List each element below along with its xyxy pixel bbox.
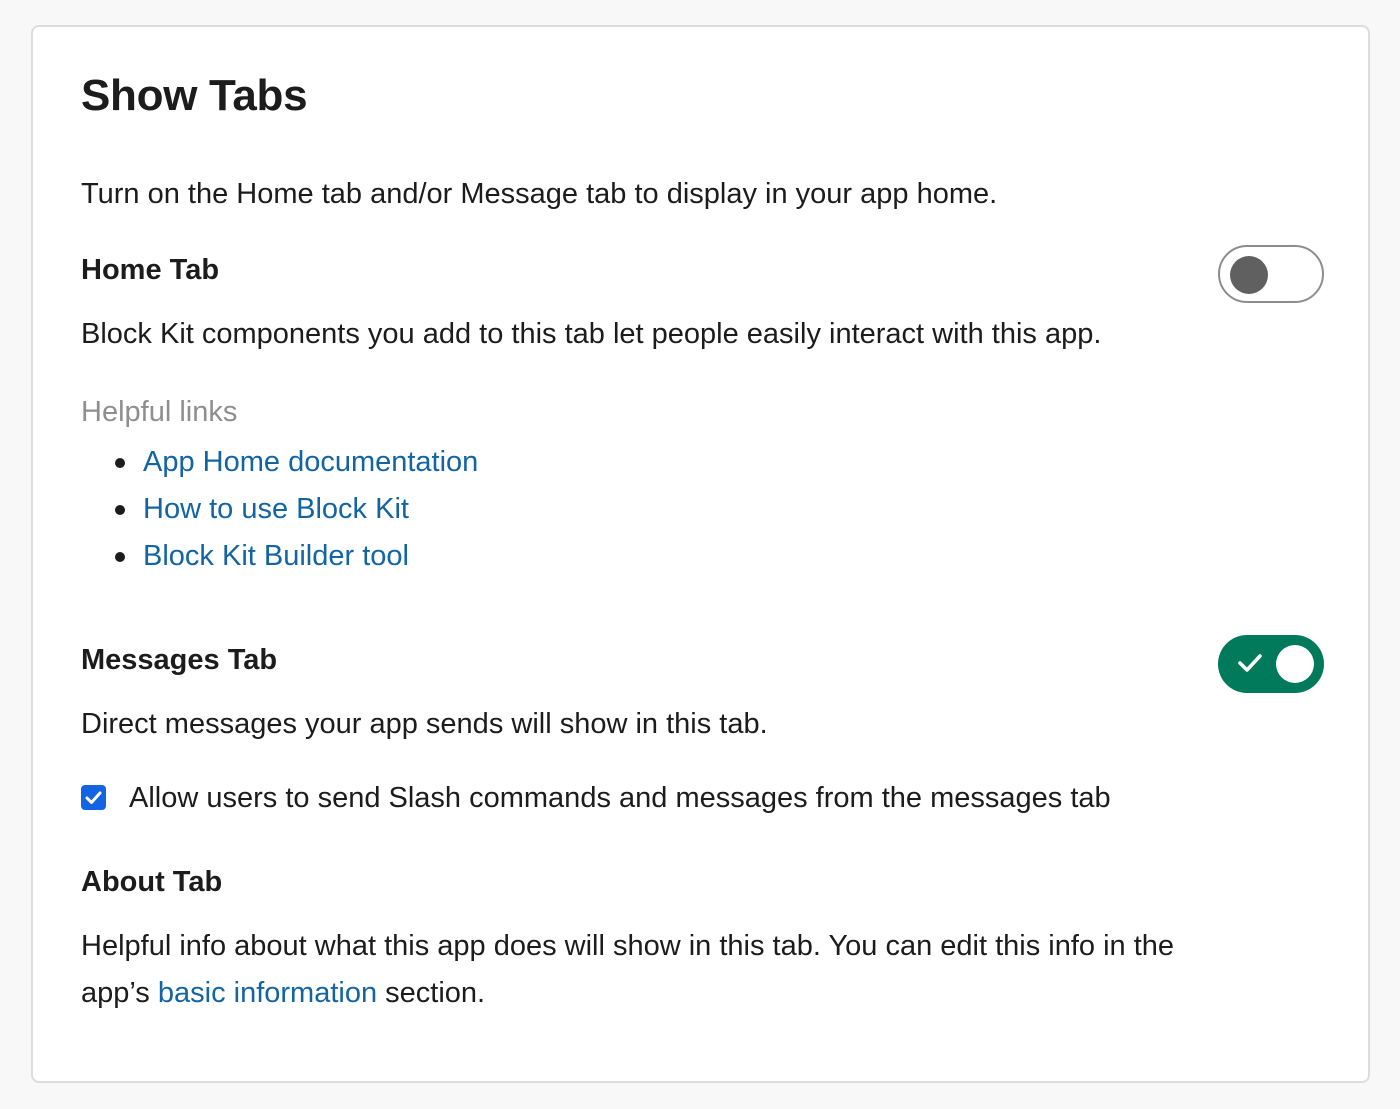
- block-kit-builder-tool-link[interactable]: Block Kit Builder tool: [143, 540, 409, 572]
- helpful-links-list: App Home documentation How to use Block …: [81, 439, 478, 580]
- home-tab-toggle[interactable]: [1218, 245, 1324, 303]
- list-item: Block Kit Builder tool: [81, 533, 478, 580]
- checkmark-icon: [85, 791, 102, 804]
- messages-tab-toggle[interactable]: [1218, 635, 1324, 693]
- bullet-icon: [115, 552, 125, 562]
- about-tab-description-line: app’s basic information section.: [81, 974, 1301, 1012]
- helpful-links-label: Helpful links: [81, 396, 238, 428]
- toggle-knob: [1276, 645, 1314, 683]
- description-text: app’s: [81, 977, 158, 1009]
- list-item: App Home documentation: [81, 439, 478, 486]
- intro-text: Turn on the Home tab and/or Message tab …: [81, 178, 998, 210]
- list-item: How to use Block Kit: [81, 486, 478, 533]
- about-tab-description: Helpful info about what this app does wi…: [81, 927, 1301, 1012]
- how-to-use-block-kit-link[interactable]: How to use Block Kit: [143, 493, 409, 525]
- description-text: section.: [377, 977, 486, 1009]
- allow-slash-commands-label[interactable]: Allow users to send Slash commands and m…: [129, 779, 1111, 817]
- about-tab-title: About Tab: [81, 866, 223, 898]
- bullet-icon: [115, 458, 125, 468]
- allow-slash-commands-checkbox[interactable]: [81, 785, 106, 810]
- page-title: Show Tabs: [81, 71, 308, 120]
- app-home-documentation-link[interactable]: App Home documentation: [143, 446, 478, 478]
- check-icon: [1238, 654, 1262, 672]
- about-tab-description-line: Helpful info about what this app does wi…: [81, 930, 1175, 962]
- toggle-knob: [1230, 256, 1268, 294]
- bullet-icon: [115, 505, 125, 515]
- messages-tab-title: Messages Tab: [81, 644, 278, 676]
- home-tab-description: Block Kit components you add to this tab…: [81, 318, 1102, 350]
- messages-tab-description: Direct messages your app sends will show…: [81, 708, 768, 740]
- home-tab-title: Home Tab: [81, 254, 220, 286]
- basic-information-link[interactable]: basic information: [158, 977, 377, 1009]
- show-tabs-card: Show Tabs Turn on the Home tab and/or Me…: [31, 25, 1370, 1083]
